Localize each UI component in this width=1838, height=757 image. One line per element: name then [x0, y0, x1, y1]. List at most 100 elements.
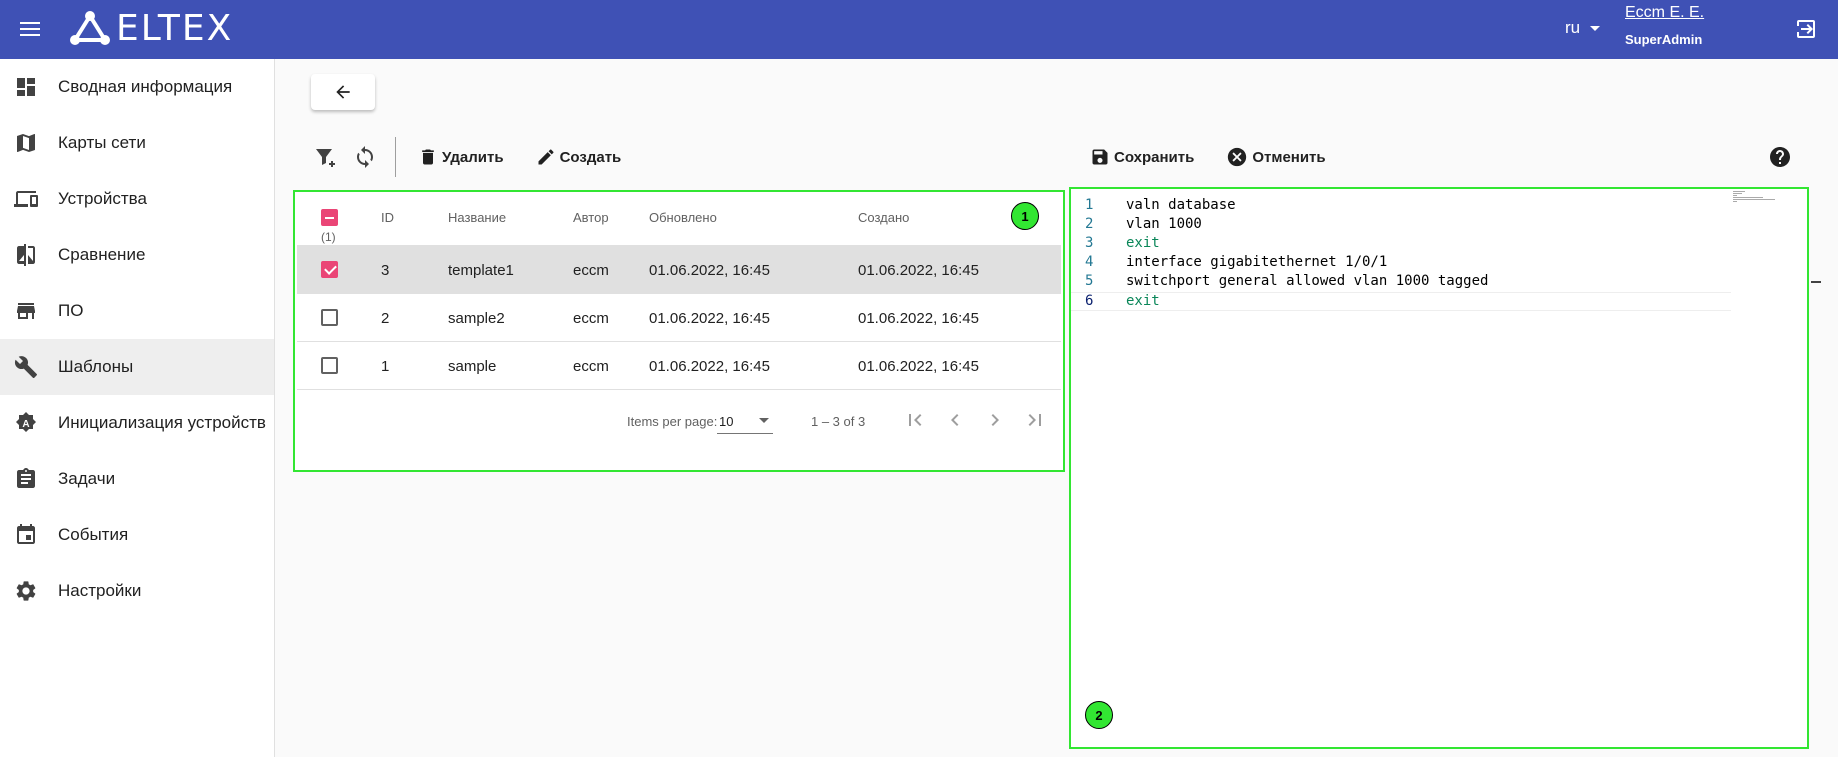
first-page-icon[interactable]: [903, 408, 927, 432]
chevron-down-icon: [1590, 25, 1601, 31]
line-number: 1: [1085, 197, 1094, 213]
code-line-current: 6 exit: [1071, 292, 1731, 311]
language-label: ru: [1565, 18, 1581, 37]
line-text: exit: [1126, 235, 1160, 251]
code-line: 1 valn database: [1071, 197, 1731, 216]
selected-count: (1): [321, 230, 336, 244]
svg-text:A: A: [22, 419, 29, 430]
dashboard-icon: [17, 78, 35, 96]
sidebar-item-events[interactable]: События: [0, 507, 274, 563]
line-text: valn database: [1126, 197, 1236, 213]
devices-icon: [14, 191, 38, 207]
sidebar-item-device-init[interactable]: A Инициализация устройств: [0, 395, 274, 451]
save-button[interactable]: Сохранить: [1090, 147, 1194, 167]
sidebar-item-summary[interactable]: Сводная информация: [0, 59, 274, 115]
line-number: 3: [1085, 235, 1094, 251]
table-row[interactable]: 1 sample eccm 01.06.2022, 16:45 01.06.20…: [297, 342, 1061, 390]
cancel-button[interactable]: Отменить: [1226, 146, 1326, 168]
sidebar-item-label: Настройки: [58, 581, 142, 600]
cell-author: eccm: [573, 358, 609, 375]
arrow-left-icon: [336, 85, 350, 99]
row-checkbox[interactable]: [321, 309, 338, 326]
main-content: Удалить Создать Сохранить Отменить (1) I…: [275, 59, 1838, 757]
line-text: exit: [1126, 293, 1160, 309]
last-page-icon[interactable]: [1023, 408, 1047, 432]
user-name[interactable]: Eccm E. E.: [1625, 4, 1704, 22]
sidebar-item-label: Сводная информация: [58, 77, 233, 96]
cell-created: 01.06.2022, 16:45: [858, 262, 979, 279]
help-icon[interactable]: [1768, 145, 1792, 169]
user-menu[interactable]: Eccm E. E. SuperAdmin: [1625, 4, 1704, 47]
filter-add-icon[interactable]: [311, 143, 339, 171]
trash-icon: [422, 149, 434, 165]
sidebar-item-label: ПО: [58, 301, 84, 320]
delete-label: Удалить: [442, 148, 504, 166]
chevron-left-icon[interactable]: [943, 408, 967, 432]
sidebar-item-compare[interactable]: Сравнение: [0, 227, 274, 283]
code-line: 2 vlan 1000: [1071, 216, 1731, 235]
editor-toolbar: Сохранить Отменить: [1090, 135, 1358, 179]
create-button[interactable]: Создать: [536, 147, 622, 167]
select-all-checkbox[interactable]: [321, 209, 338, 226]
code-editor[interactable]: 1 valn database 2 vlan 1000 3 exit 4 int…: [1069, 187, 1809, 749]
line-number: 5: [1085, 273, 1094, 289]
sidebar-item-label: Устройства: [58, 189, 147, 208]
items-per-page-select[interactable]: 10: [717, 412, 773, 434]
cell-name: template1: [448, 262, 514, 279]
line-number: 6: [1085, 293, 1094, 309]
language-selector[interactable]: ru: [1565, 18, 1601, 38]
save-icon: [1092, 149, 1108, 165]
code-line: 5 switchport general allowed vlan 1000 t…: [1071, 273, 1731, 292]
cancel-icon: [1228, 147, 1247, 167]
create-label: Создать: [559, 148, 622, 166]
column-header-author[interactable]: Автор: [573, 210, 609, 225]
column-header-id[interactable]: ID: [381, 210, 394, 225]
column-header-created[interactable]: Создано: [858, 210, 909, 225]
line-text: interface gigabitethernet 1/0/1: [1126, 254, 1388, 270]
code-line: 3 exit: [1071, 235, 1731, 254]
chevron-right-icon[interactable]: [983, 408, 1007, 432]
menu-icon[interactable]: [18, 18, 42, 42]
chevron-down-icon: [759, 418, 769, 423]
cell-name: sample: [448, 358, 497, 375]
sidebar-item-label: Карты сети: [58, 133, 146, 152]
line-number: 4: [1085, 254, 1094, 270]
save-label: Сохранить: [1114, 148, 1195, 166]
cell-name: sample2: [448, 310, 505, 327]
table-row[interactable]: 2 sample2 eccm 01.06.2022, 16:45 01.06.2…: [297, 294, 1061, 342]
table-row[interactable]: 3 template1 eccm 01.06.2022, 16:45 01.06…: [297, 246, 1061, 294]
row-checkbox[interactable]: [321, 261, 338, 278]
cell-id: 3: [381, 262, 390, 279]
cell-updated: 01.06.2022, 16:45: [649, 262, 770, 279]
row-checkbox[interactable]: [321, 357, 338, 374]
back-button[interactable]: [311, 74, 375, 110]
refresh-icon[interactable]: [351, 143, 379, 171]
line-text: switchport general allowed vlan 1000 tag…: [1126, 273, 1489, 289]
user-role: SuperAdmin: [1625, 32, 1703, 47]
sidebar-item-settings[interactable]: Настройки: [0, 563, 274, 619]
sidebar-item-templates[interactable]: Шаблоны: [0, 339, 274, 395]
sidebar-item-network-maps[interactable]: Карты сети: [0, 115, 274, 171]
column-header-updated[interactable]: Обновлено: [649, 210, 717, 225]
wrench-icon: [14, 356, 37, 378]
sidebar-item-tasks[interactable]: Задачи: [0, 451, 274, 507]
cell-id: 1: [381, 358, 390, 375]
calendar-icon: [17, 524, 35, 544]
sidebar-item-label: Шаблоны: [58, 357, 134, 376]
logout-icon[interactable]: [1794, 17, 1818, 41]
top-app-bar: ELTEX ru Eccm E. E. SuperAdmin: [0, 0, 1838, 59]
sidebar-item-label: Задачи: [58, 469, 116, 488]
eltex-logo[interactable]: ELTEX: [70, 8, 233, 49]
line-number: 2: [1085, 216, 1094, 232]
sidebar-item-devices[interactable]: Устройства: [0, 171, 274, 227]
column-header-name[interactable]: Название: [448, 210, 506, 225]
sidebar-item-label: Инициализация устройств: [58, 413, 266, 432]
sidebar: Сводная информация Карты сети Устройства…: [0, 59, 275, 757]
cell-author: eccm: [573, 310, 609, 327]
editor-minimap[interactable]: [1733, 191, 1777, 205]
map-icon: [17, 134, 35, 152]
delete-button[interactable]: Удалить: [418, 147, 504, 167]
gear-icon: [16, 581, 36, 601]
sidebar-item-software[interactable]: ПО: [0, 283, 274, 339]
compare-icon: [17, 244, 35, 266]
